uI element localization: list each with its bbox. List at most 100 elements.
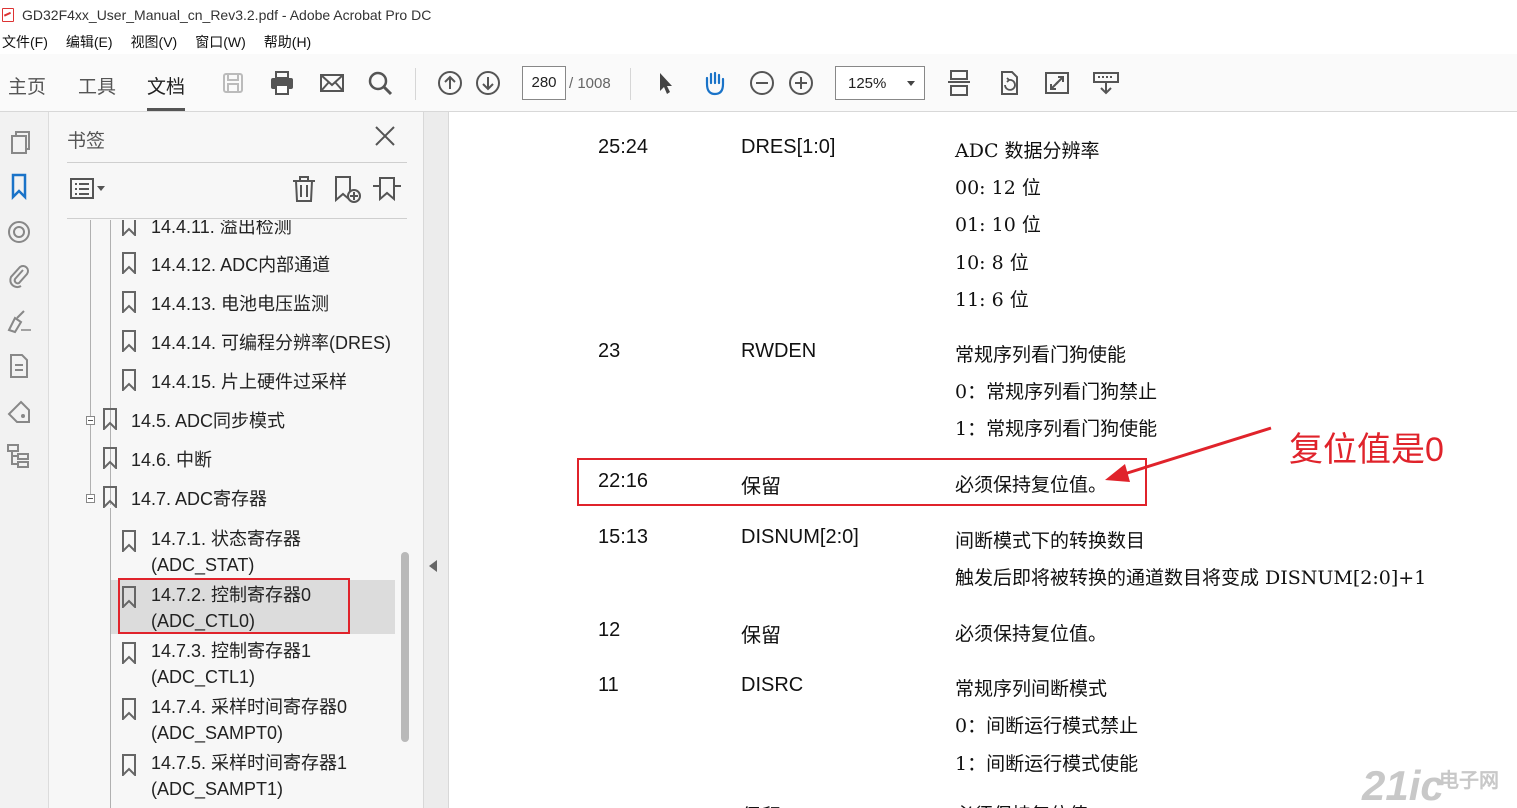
- field-desc: 0：常规序列看门狗禁止: [955, 381, 1158, 403]
- field-desc: 常规序列看门狗使能: [955, 344, 1127, 366]
- field-name: 保留: [741, 800, 781, 808]
- page-total: / 1008: [569, 75, 611, 92]
- zoom-out-icon[interactable]: [746, 67, 778, 99]
- chevron-down-icon: [907, 81, 915, 86]
- trash-icon[interactable]: [289, 174, 319, 204]
- bookmark-item[interactable]: 14.7.1. 状态寄存器 (ADC_STAT): [49, 524, 419, 578]
- article-icon[interactable]: [5, 352, 33, 380]
- bookmark-item[interactable]: 14.4.15. 片上硬件过采样: [49, 363, 419, 399]
- bookmark-item[interactable]: 14.7.3. 控制寄存器1 (ADC_CTL1): [49, 636, 419, 690]
- bookmark-label: 14.7.4. 采样时间寄存器0 (ADC_SAMPT0): [151, 697, 348, 743]
- add-bookmark-icon[interactable]: [331, 174, 363, 204]
- watermark-logo: 21ic: [1362, 762, 1444, 808]
- field-name: DISNUM[2:0]: [741, 526, 859, 548]
- menu-bar: 文件(F) 编辑(E) 视图(V) 窗口(W) 帮助(H): [0, 30, 1517, 54]
- bookmark-options-icon[interactable]: [69, 174, 109, 204]
- search-icon[interactable]: [364, 67, 396, 99]
- signature-icon[interactable]: [5, 308, 33, 336]
- content-tree-icon[interactable]: [5, 442, 33, 470]
- bookmark-item[interactable]: 14.4.14. 可编程分辨率(DRES): [49, 324, 419, 360]
- layers-icon[interactable]: [5, 218, 33, 246]
- bookmark-item[interactable]: 14.7. ADC寄存器: [49, 480, 419, 516]
- field-desc: 触发后即将被转换的通道数目将变成 DISNUM[2:0]+1: [955, 567, 1427, 589]
- page-up-icon[interactable]: [434, 67, 466, 99]
- bookmark-label: 14.7.1. 状态寄存器 (ADC_STAT): [151, 529, 302, 575]
- field-desc: 0：间断运行模式禁止: [955, 715, 1139, 737]
- bookmark-label: 14.7. ADC寄存器: [131, 489, 268, 509]
- attachment-icon[interactable]: [5, 262, 33, 290]
- field-desc: 常规序列间断模式: [955, 678, 1108, 700]
- field-desc: 间断模式下的转换数目: [955, 530, 1146, 552]
- tab-tools[interactable]: 工具: [78, 72, 116, 99]
- bookmark-item[interactable]: 14.7.4. 采样时间寄存器0 (ADC_SAMPT0): [49, 692, 419, 746]
- bookmark-item[interactable]: 14.6. 中断: [49, 441, 419, 477]
- field-desc: 00: 12 位: [955, 177, 1041, 199]
- bookmark-icon: [121, 330, 137, 354]
- collapse-toggle[interactable]: [86, 494, 95, 503]
- tab-home[interactable]: 主页: [8, 72, 46, 99]
- menu-help[interactable]: 帮助(H): [264, 32, 311, 52]
- bookmark-label: 14.4.11. 溢出检测: [151, 220, 292, 237]
- field-desc: 必须保持复位值。: [955, 800, 1107, 808]
- rotate-page-icon[interactable]: [993, 67, 1025, 99]
- expand-bookmark-icon[interactable]: [371, 174, 403, 204]
- select-cursor-icon[interactable]: [649, 67, 681, 99]
- field-desc: 必须保持复位值。: [955, 623, 1108, 645]
- annotation-highlight-box: [577, 458, 1147, 506]
- bit-field: 15:13: [598, 526, 649, 548]
- read-mode-icon[interactable]: [1090, 67, 1122, 99]
- menu-view[interactable]: 视图(V): [131, 32, 178, 52]
- field-desc: ADC 数据分辨率: [955, 140, 1100, 162]
- collapse-panel-icon[interactable]: [429, 560, 437, 572]
- bookmark-item[interactable]: 14.5. ADC同步模式: [49, 402, 419, 438]
- page-number-input[interactable]: 280: [522, 66, 566, 100]
- title-bar: GD32F4xx_User_Manual_cn_Rev3.2.pdf - Ado…: [0, 0, 1517, 30]
- save-icon[interactable]: [217, 67, 249, 99]
- menu-window[interactable]: 窗口(W): [195, 32, 246, 52]
- print-icon[interactable]: [266, 67, 298, 99]
- field-name: 保留: [741, 623, 781, 647]
- zoom-in-icon[interactable]: [785, 67, 817, 99]
- bookmark-item[interactable]: 14.4.13. 电池电压监测: [49, 285, 419, 321]
- bookmark-label: 14.4.15. 片上硬件过采样: [151, 372, 348, 392]
- bookmark-icon: [102, 486, 118, 510]
- panel-divider: [67, 162, 407, 163]
- close-icon[interactable]: [371, 122, 399, 150]
- bookmark-icon: [121, 530, 137, 554]
- tab-document[interactable]: 文档: [147, 72, 186, 111]
- page-down-icon[interactable]: [472, 67, 504, 99]
- panel-divider: [67, 218, 407, 219]
- email-icon[interactable]: [316, 67, 348, 99]
- menu-edit[interactable]: 编辑(E): [66, 32, 113, 52]
- bookmark-icon: [121, 754, 137, 778]
- bookmark-item[interactable]: 14.4.12. ADC内部通道: [49, 246, 419, 282]
- fullscreen-icon[interactable]: [1041, 67, 1073, 99]
- bookmark-list: 14.4.11. 溢出检测 14.4.12. ADC内部通道 14.4.13. …: [49, 220, 423, 808]
- pages-icon[interactable]: [5, 128, 33, 156]
- acrobat-pdf-icon: [2, 7, 16, 23]
- panel-splitter[interactable]: [423, 112, 449, 808]
- field-desc: 01: 10 位: [955, 214, 1041, 236]
- bookmark-panel: 书签 14.4.11. 溢出检测 14.4.12. ADC内部通道 14.4.1…: [49, 112, 423, 808]
- hand-tool-icon[interactable]: [698, 67, 730, 99]
- tag-icon[interactable]: [5, 398, 33, 426]
- bookmark-item[interactable]: 14.4.11. 溢出检测: [49, 220, 419, 244]
- document-view: 25:24 DRES[1:0] ADC 数据分辨率 00: 12 位 01: 1…: [449, 112, 1517, 808]
- field-name: DISRC: [741, 674, 804, 696]
- bit-field: 25:24: [598, 136, 649, 158]
- bookmark-icon: [121, 252, 137, 276]
- bookmark-icon: [102, 447, 118, 471]
- bookmark-label: 14.7.5. 采样时间寄存器1 (ADC_SAMPT1): [151, 753, 348, 799]
- scroll-mode-icon[interactable]: [943, 67, 975, 99]
- zoom-select[interactable]: 125%: [835, 66, 925, 100]
- bit-field: 11: [598, 674, 619, 696]
- toolbar-separator: [630, 68, 631, 100]
- left-rail: [0, 112, 49, 808]
- field-desc: 10: 8 位: [955, 252, 1029, 274]
- bookmark-icon[interactable]: [5, 172, 33, 201]
- watermark-subtext: 电子网: [1439, 770, 1499, 792]
- menu-file[interactable]: 文件(F): [2, 32, 48, 52]
- collapse-toggle[interactable]: [86, 416, 95, 425]
- bookmark-item[interactable]: 14.7.5. 采样时间寄存器1 (ADC_SAMPT1): [49, 748, 419, 802]
- bookmark-scrollbar[interactable]: [401, 552, 409, 742]
